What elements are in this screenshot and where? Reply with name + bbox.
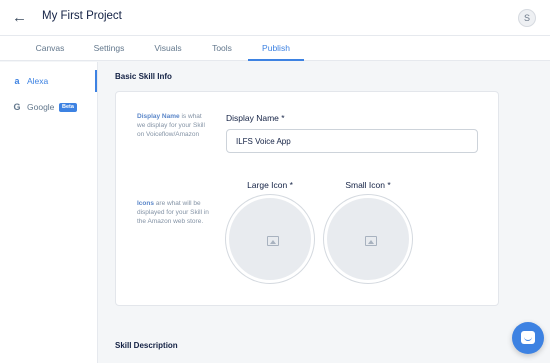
large-icon-label: Large Icon * [247, 180, 293, 190]
beta-badge: Beta [59, 103, 77, 112]
tab-settings[interactable]: Settings [84, 36, 134, 61]
sidebar-item-label: Google [27, 102, 55, 112]
chat-icon [521, 331, 535, 344]
tab-publish[interactable]: Publish [248, 36, 304, 61]
basic-info-card: Display Name is what we display for your… [115, 91, 499, 306]
sidebar-item-alexa[interactable]: a Alexa [0, 70, 97, 92]
small-icon-label: Small Icon * [345, 180, 391, 190]
avatar[interactable]: S [518, 9, 536, 27]
icons-help: Icons are what will be displayed for you… [137, 200, 209, 225]
google-icon: G [13, 102, 21, 112]
sidebar-item-google[interactable]: G Google Beta [0, 96, 97, 118]
skill-description-title: Skill Description [115, 341, 178, 350]
large-icon-upload[interactable] [226, 195, 314, 283]
project-title: My First Project [42, 10, 122, 22]
top-bar: ← My First Project S [0, 0, 550, 36]
display-name-help: Display Name is what we display for your… [137, 113, 205, 138]
tab-tools[interactable]: Tools [202, 36, 242, 61]
image-icon [267, 236, 279, 246]
chat-support-button[interactable] [512, 322, 544, 354]
sidebar-item-label: Alexa [27, 76, 49, 86]
tab-bar: Canvas Settings Visuals Tools Publish [0, 36, 550, 61]
tab-visuals[interactable]: Visuals [144, 36, 192, 61]
back-arrow-icon[interactable]: ← [12, 9, 30, 27]
tab-canvas[interactable]: Canvas [24, 36, 76, 61]
small-icon-upload[interactable] [324, 195, 412, 283]
platform-sidebar: a Alexa G Google Beta [0, 62, 98, 363]
amazon-icon: a [14, 76, 20, 86]
display-name-input[interactable] [226, 129, 478, 153]
section-title: Basic Skill Info [115, 72, 172, 81]
display-name-label: Display Name * [226, 113, 285, 123]
image-icon [365, 236, 377, 246]
